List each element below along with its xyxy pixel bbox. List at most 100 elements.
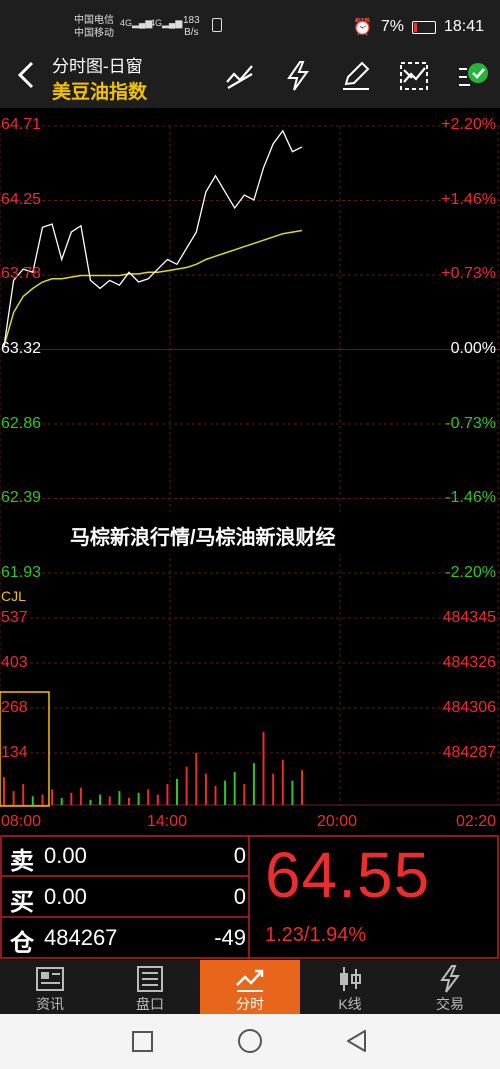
volume-bar — [79, 787, 82, 805]
bottom-tab-bar: 资讯 盘口 分时 K线 交易 — [0, 960, 500, 1014]
volume-bar — [204, 773, 207, 805]
tab-trade[interactable]: 交易 — [400, 960, 500, 1014]
status-right: ⏰ 7% 18:41 — [353, 17, 484, 37]
volume-bar — [51, 789, 54, 805]
draw-line-icon[interactable] — [224, 60, 256, 92]
volume-bar — [147, 789, 150, 805]
price-axis-label: 63.78 — [1, 265, 42, 282]
volume-bar — [31, 796, 34, 805]
open-interest-axis-label: 484306 — [442, 699, 496, 716]
ask-volume: 0 — [233, 843, 246, 868]
volume-axis-label: 268 — [1, 699, 28, 716]
home-icon — [238, 1029, 262, 1053]
volume-bar — [195, 752, 198, 805]
clock: 18:41 — [443, 18, 484, 35]
alarm-icon: ⏰ — [352, 19, 373, 36]
price-line — [3, 129, 303, 347]
volume-bar — [214, 785, 217, 805]
signal-icon: 4G▂▄▆ — [120, 18, 153, 28]
volume-bars — [3, 731, 303, 805]
bid-row: 买 0.00 0 — [0, 876, 248, 916]
price-axis-label: 64.71 — [1, 116, 42, 133]
orderbook-icon — [135, 965, 165, 993]
tab-orderbook[interactable]: 盘口 — [100, 960, 200, 1014]
recent-apps-icon — [132, 1031, 153, 1052]
volume-bar — [128, 798, 130, 805]
carrier-1: 中国电信 — [74, 15, 114, 26]
open-interest-axis-label: 484287 — [442, 744, 496, 761]
volume-bar — [99, 794, 102, 805]
carrier-info: 中国电信 中国移动 — [74, 14, 114, 40]
news-icon — [35, 965, 65, 993]
volume-bar — [272, 773, 275, 805]
net-speed: 183 B/s — [183, 15, 200, 38]
volume-bar — [301, 770, 303, 805]
volume-bar — [252, 763, 255, 805]
checklist-icon[interactable] — [398, 60, 430, 92]
back-arrow-icon[interactable] — [12, 60, 40, 90]
open-interest-axis-label: 484345 — [442, 609, 496, 626]
phone-icon — [212, 18, 222, 32]
volume-bar — [185, 766, 188, 805]
volume-bar — [108, 796, 111, 805]
volume-bar — [70, 792, 73, 805]
tab-kline[interactable]: K线 — [300, 960, 400, 1014]
volume-bar — [12, 791, 15, 805]
volume-bar — [176, 778, 178, 805]
volume-bar — [262, 731, 265, 805]
open-interest-value: 484267 — [44, 925, 118, 950]
timeshare-icon — [235, 965, 265, 993]
percent-axis-label: -1.46% — [445, 489, 496, 506]
tab-timeshare[interactable]: 分时 — [200, 960, 300, 1014]
instrument-name: 美豆油指数 — [52, 82, 148, 103]
timeshare-chart[interactable]: 64.71 64.25 63.78 63.32 62.86 62.39 61.9… — [0, 108, 500, 835]
volume-bar — [166, 784, 169, 805]
last-price: 64.55 — [265, 839, 431, 911]
volume-axis-label: 134 — [1, 744, 28, 761]
open-interest-axis-label: 484326 — [442, 654, 496, 671]
bid-volume: 0 — [233, 884, 246, 909]
price-axis-label: 62.39 — [1, 489, 42, 506]
time-axis-label: 14:00 — [147, 813, 188, 830]
volume-bar — [22, 784, 25, 805]
buy-label: 买 — [10, 889, 34, 916]
price-axis-label: 62.86 — [1, 415, 42, 432]
volume-bar — [224, 780, 227, 805]
volume-bar — [291, 780, 294, 805]
volume-axis-label: 537 — [1, 609, 28, 626]
volume-bar — [3, 777, 5, 805]
volume-bar — [156, 794, 159, 805]
status-bar: 中国电信 中国移动 4G▂▄▆ 4G▂▄▆ 183 B/s ⏰ 7% 18:41 — [0, 0, 500, 46]
time-axis-label: 08:00 — [1, 813, 42, 830]
position-label: 仓 — [10, 930, 34, 957]
price-axis-label: 63.32 — [1, 340, 42, 357]
news-watermark: 马棕新浪行情/马棕油新浪财经 — [58, 512, 438, 554]
time-axis-label: 20:00 — [317, 813, 358, 830]
tab-news[interactable]: 资讯 — [0, 960, 100, 1014]
bid-price: 0.00 — [44, 884, 87, 909]
volume-bar — [243, 784, 246, 805]
ask-row: 卖 0.00 0 — [0, 835, 248, 875]
app-header: 分时图-日窗 美豆油指数 — [0, 46, 500, 108]
signal-icon-2: 4G▂▄▆ — [150, 18, 183, 28]
average-price-line — [3, 229, 303, 347]
volume-axis-label: 403 — [1, 654, 28, 671]
volume-bar — [41, 794, 44, 805]
volume-bar — [137, 792, 140, 805]
volume-bar — [89, 799, 92, 805]
battery-percent: 7% — [380, 18, 404, 35]
page-title: 分时图-日窗 — [52, 57, 143, 76]
percent-axis-label: -2.20% — [445, 564, 496, 581]
volume-bar — [60, 798, 63, 805]
ask-price: 0.00 — [44, 843, 87, 868]
pen-icon[interactable] — [340, 60, 372, 92]
percent-axis-label: -0.73% — [445, 415, 496, 432]
battery-icon — [411, 20, 436, 34]
price-axis-label: 61.93 — [1, 564, 42, 581]
chart-grid — [0, 125, 500, 806]
volume-bar — [233, 771, 236, 805]
lightning-icon[interactable] — [282, 60, 314, 92]
check-circle-icon[interactable] — [456, 60, 488, 92]
open-interest-row: 仓 484267 -49 — [0, 917, 248, 957]
price-axis-label: 64.25 — [1, 191, 42, 208]
